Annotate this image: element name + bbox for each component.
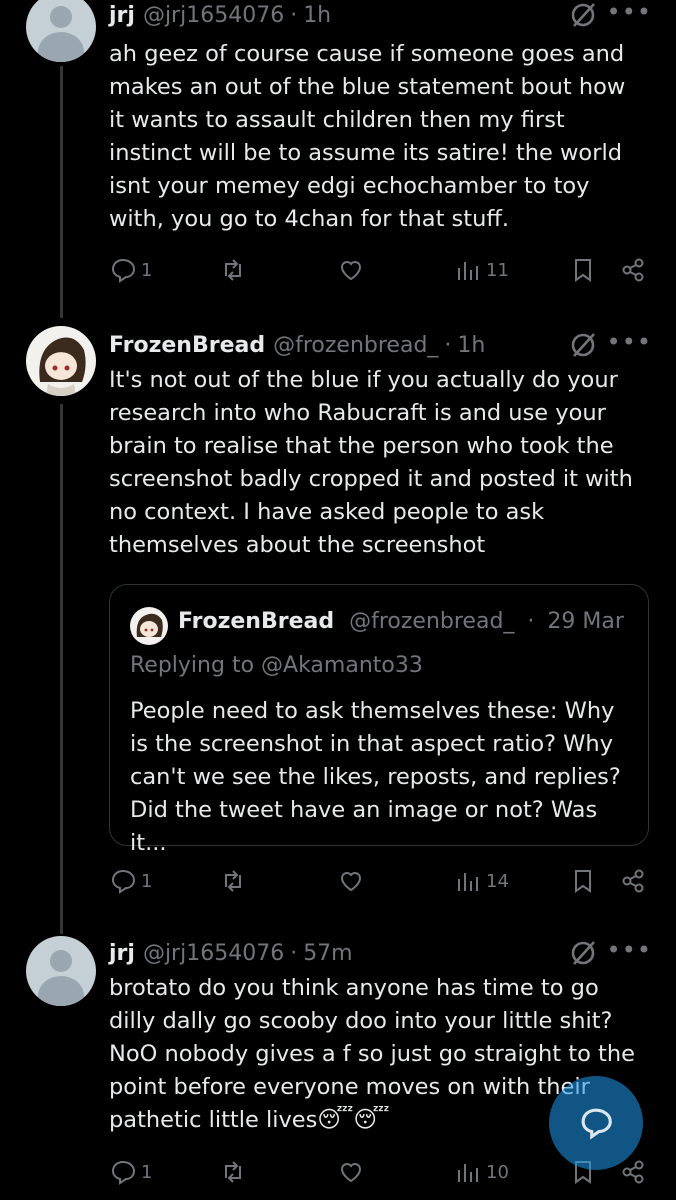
- avatar[interactable]: [26, 936, 96, 1006]
- tweet-header: jrj @jrj1654076 · 1h •••: [109, 0, 654, 32]
- like-button[interactable]: [337, 867, 365, 895]
- tweet-header: FrozenBread @frozenbread_ · 1h •••: [109, 328, 654, 362]
- repost-button[interactable]: [219, 867, 247, 895]
- views-icon: [458, 873, 478, 891]
- repost-icon: [225, 259, 241, 281]
- bookmark-icon: [575, 870, 591, 893]
- reply-icon: [111, 258, 136, 283]
- reply-icon: [111, 1160, 136, 1185]
- compose-reply-button[interactable]: [549, 1076, 643, 1170]
- tweet-header: jrj @jrj1654076 · 57m •••: [109, 936, 654, 970]
- bookmark-icon: [575, 259, 591, 282]
- views-count: 14: [486, 870, 509, 892]
- display-name[interactable]: FrozenBread: [109, 333, 265, 358]
- quote-timestamp: 29 Mar: [547, 609, 624, 634]
- thread-line: [60, 404, 63, 934]
- views-icon: [458, 1164, 478, 1182]
- tweet-text: It's not out of the blue if you actually…: [109, 367, 633, 558]
- views-button[interactable]: 11: [454, 256, 509, 284]
- share-icon: [622, 258, 644, 282]
- tweet-2[interactable]: FrozenBread @frozenbread_ · 1h ••• It's …: [0, 320, 676, 934]
- action-bar: 1 11: [109, 256, 654, 290]
- quote-avatar: [130, 607, 168, 645]
- grok-icon[interactable]: [568, 0, 598, 30]
- reply-button[interactable]: 1: [109, 1158, 152, 1186]
- reply-icon: [111, 869, 136, 894]
- share-button[interactable]: [619, 1158, 647, 1186]
- reply-button[interactable]: 1: [109, 867, 152, 895]
- separator: ·: [444, 332, 452, 358]
- timestamp[interactable]: 1h: [303, 3, 331, 28]
- like-button[interactable]: [337, 256, 365, 284]
- repost-icon: [225, 870, 241, 892]
- display-name[interactable]: jrj: [109, 941, 135, 966]
- heart-icon: [340, 261, 362, 281]
- quote-header: FrozenBread @frozenbread_ · 29 Mar: [178, 609, 624, 634]
- share-button[interactable]: [619, 256, 647, 284]
- reply-count: 1: [141, 870, 153, 892]
- quote-user-handle: @frozenbread_: [349, 609, 515, 634]
- repost-button[interactable]: [219, 256, 247, 284]
- replying-to[interactable]: Replying to @Akamanto33: [130, 653, 423, 678]
- timestamp[interactable]: 57m: [303, 941, 352, 966]
- more-icon[interactable]: •••: [607, 936, 652, 964]
- more-icon[interactable]: •••: [607, 328, 652, 356]
- share-icon: [622, 1160, 644, 1184]
- tweet-text: ah geez of course cause if someone goes …: [109, 41, 626, 232]
- grok-icon[interactable]: [568, 938, 598, 968]
- compose-reply-icon: [581, 1108, 612, 1140]
- thread-line: [60, 66, 63, 318]
- quote-display-name: FrozenBread: [178, 609, 335, 634]
- user-handle[interactable]: @frozenbread_: [273, 333, 438, 358]
- share-icon: [622, 869, 644, 893]
- quoted-tweet[interactable]: FrozenBread @frozenbread_ · 29 Mar Reply…: [109, 584, 649, 856]
- views-count: 11: [486, 259, 509, 281]
- quote-text: People need to ask themselves these: Why…: [130, 698, 621, 856]
- reply-button[interactable]: 1: [109, 256, 152, 284]
- reply-count: 1: [141, 1161, 153, 1183]
- like-button[interactable]: [337, 1158, 365, 1186]
- user-handle[interactable]: @jrj1654076: [143, 3, 284, 28]
- timestamp[interactable]: 1h: [457, 333, 485, 358]
- bookmark-button[interactable]: [569, 867, 597, 895]
- separator: ·: [290, 940, 298, 966]
- grok-icon[interactable]: [568, 330, 598, 360]
- heart-icon: [340, 1163, 362, 1183]
- views-icon: [458, 262, 478, 280]
- display-name[interactable]: jrj: [109, 3, 135, 28]
- views-button[interactable]: 10: [454, 1158, 509, 1186]
- repost-icon: [225, 1161, 241, 1183]
- action-bar: 1 14: [109, 867, 654, 901]
- more-icon[interactable]: •••: [607, 0, 652, 26]
- reply-count: 1: [141, 259, 153, 281]
- share-button[interactable]: [619, 867, 647, 895]
- separator: ·: [290, 2, 298, 28]
- separator: ·: [527, 609, 535, 634]
- avatar[interactable]: [26, 0, 96, 62]
- views-button[interactable]: 14: [454, 867, 509, 895]
- views-count: 10: [486, 1161, 509, 1183]
- bookmark-button[interactable]: [569, 256, 597, 284]
- heart-icon: [340, 872, 362, 892]
- avatar[interactable]: [26, 326, 96, 396]
- repost-button[interactable]: [219, 1158, 247, 1186]
- user-handle[interactable]: @jrj1654076: [143, 941, 284, 966]
- tweet-1[interactable]: jrj @jrj1654076 · 1h ••• ah geez of cour…: [0, 0, 676, 318]
